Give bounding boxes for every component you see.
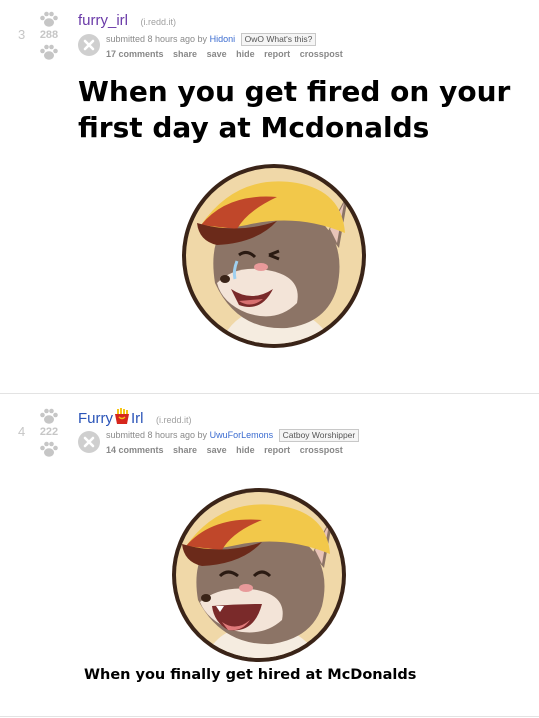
meme-caption-text: When you finally get hired at McDonalds [84, 667, 417, 683]
post-domain[interactable]: (i.redd.it) [156, 415, 192, 425]
submitted-text: submitted 8 hours ago by [106, 34, 208, 44]
save-button[interactable]: save [207, 445, 227, 455]
downvote-paw-icon[interactable] [38, 440, 60, 458]
save-button[interactable]: save [207, 49, 227, 59]
crosspost-button[interactable]: crosspost [300, 49, 343, 59]
share-button[interactable]: share [173, 445, 197, 455]
post-buttons: 14 comments share save hide report cross… [106, 445, 350, 455]
author-link[interactable]: Hidoni [210, 34, 236, 44]
post-domain[interactable]: (i.redd.it) [140, 17, 176, 27]
crying-cat-avatar-image[interactable] [177, 163, 371, 349]
report-button[interactable]: report [264, 49, 290, 59]
user-flair: OwO What's this? [240, 33, 317, 46]
happy-cat-avatar-image[interactable] [162, 488, 356, 662]
hide-button[interactable]: hide [236, 49, 255, 59]
close-x-icon [83, 39, 95, 51]
vote-column: 288 [36, 10, 62, 61]
fries-icon [115, 408, 129, 424]
downvote-paw-icon[interactable] [38, 43, 60, 61]
title-part-irl: Irl [131, 410, 144, 427]
crosspost-button[interactable]: crosspost [300, 445, 343, 455]
close-x-icon [83, 436, 95, 448]
post-score: 222 [39, 426, 59, 438]
post-item: 3 288 furry_irl (i.redd.it) submitted 8 … [0, 0, 539, 394]
user-flair: Catboy Worshipper [278, 429, 360, 442]
post-title-line: furry_irl (i.redd.it) [78, 12, 176, 30]
comments-button[interactable]: 14 comments [106, 445, 164, 455]
post-score: 288 [39, 29, 59, 41]
post-tagline: submitted 8 hours ago by Hidoni OwO What… [106, 33, 317, 46]
author-link[interactable]: UwuForLemons [210, 430, 274, 440]
post-title-line: Furry Irl (i.redd.it) [78, 408, 191, 428]
post-divider [0, 393, 539, 394]
comments-button[interactable]: 17 comments [106, 49, 164, 59]
meme-title-text: When you get fired on your first day at … [78, 75, 511, 144]
expando-close-button[interactable] [78, 431, 100, 453]
hide-button[interactable]: hide [236, 445, 255, 455]
title-part-furry: Furry [78, 410, 113, 427]
post-title-link[interactable]: furry_irl [78, 12, 128, 29]
post-item: 4 222 Furry Irl (i.redd.it) submitted 8 … [0, 396, 539, 716]
post-tagline: submitted 8 hours ago by UwuForLemons Ca… [106, 429, 360, 442]
post-rank: 4 [18, 424, 26, 439]
share-button[interactable]: share [173, 49, 197, 59]
upvote-paw-icon[interactable] [38, 407, 60, 425]
post-title-link[interactable]: Furry Irl [78, 408, 144, 427]
post-rank: 3 [18, 27, 26, 42]
post-divider [0, 716, 539, 717]
report-button[interactable]: report [264, 445, 290, 455]
post-buttons: 17 comments share save hide report cross… [106, 49, 350, 59]
submitted-text: submitted 8 hours ago by [106, 430, 208, 440]
vote-column: 222 [36, 407, 62, 458]
upvote-paw-icon[interactable] [38, 10, 60, 28]
expando-close-button[interactable] [78, 34, 100, 56]
